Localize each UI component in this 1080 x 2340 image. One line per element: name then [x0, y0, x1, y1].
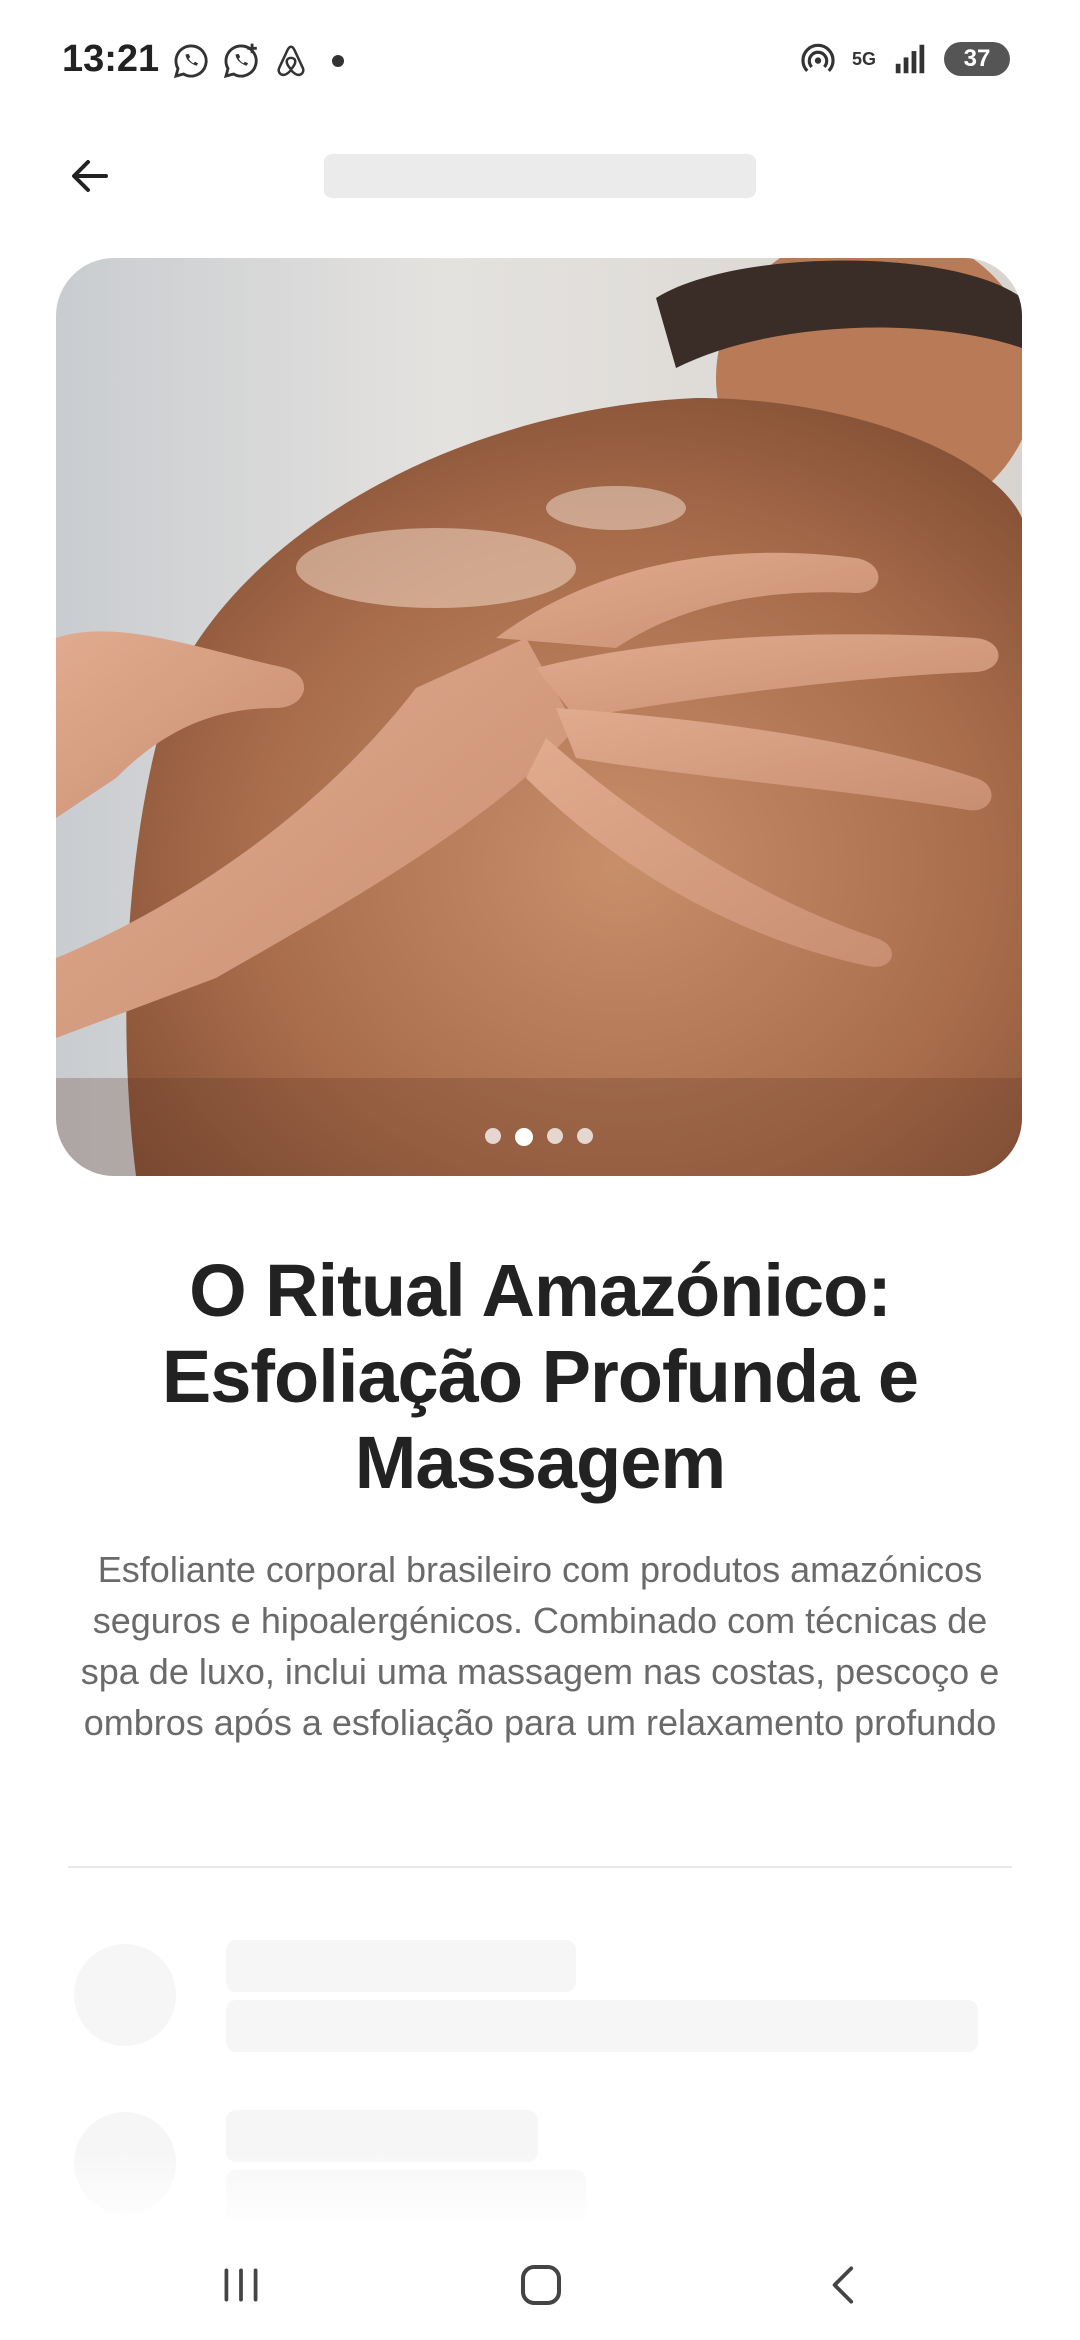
massage-photo — [56, 258, 1022, 1176]
more-notifications-icon — [332, 55, 344, 67]
signal-icon — [895, 44, 925, 74]
divider — [68, 1866, 1012, 1868]
hero-image-carousel[interactable] — [56, 258, 1022, 1176]
whatsapp-business-icon — [223, 43, 258, 79]
home-button[interactable] — [496, 2250, 586, 2320]
battery-indicator: 37 — [944, 42, 1010, 76]
status-bar: 13:21 5G 37 — [0, 0, 1080, 120]
network-type: 5G — [851, 49, 876, 69]
system-navigation-bar — [0, 2230, 1080, 2340]
avatar-placeholder — [74, 1944, 176, 2046]
back-icon — [832, 2266, 854, 2304]
system-icons: 5G 37 — [798, 40, 1010, 78]
carousel-dot-active[interactable] — [515, 1128, 533, 1146]
experience-description: Esfoliante corporal brasileiro com produ… — [80, 1549, 1000, 1743]
carousel-dot[interactable] — [485, 1128, 501, 1144]
status-time: 13:21 — [62, 38, 160, 80]
text-placeholder — [226, 1940, 576, 1992]
carousel-dot[interactable] — [547, 1128, 563, 1144]
title-loading-placeholder — [324, 154, 756, 198]
home-icon — [520, 2264, 562, 2306]
hotspot-icon — [801, 43, 835, 72]
back-button[interactable] — [62, 148, 118, 204]
experience-title: O Ritual Amazónico: Esfoliação Profunda … — [161, 1249, 919, 1504]
nav-back-button[interactable] — [800, 2250, 890, 2320]
carousel-dot[interactable] — [577, 1128, 593, 1144]
arrow-left-icon — [72, 160, 108, 192]
carousel-indicator — [56, 1128, 1022, 1146]
text-placeholder — [226, 2000, 978, 2052]
airbnb-icon — [277, 45, 305, 77]
notification-icons — [172, 42, 344, 80]
recent-apps-button[interactable] — [196, 2250, 286, 2320]
whatsapp-icon — [173, 44, 208, 79]
fade-overlay — [0, 2150, 1080, 2230]
recent-apps-icon — [224, 2268, 258, 2302]
